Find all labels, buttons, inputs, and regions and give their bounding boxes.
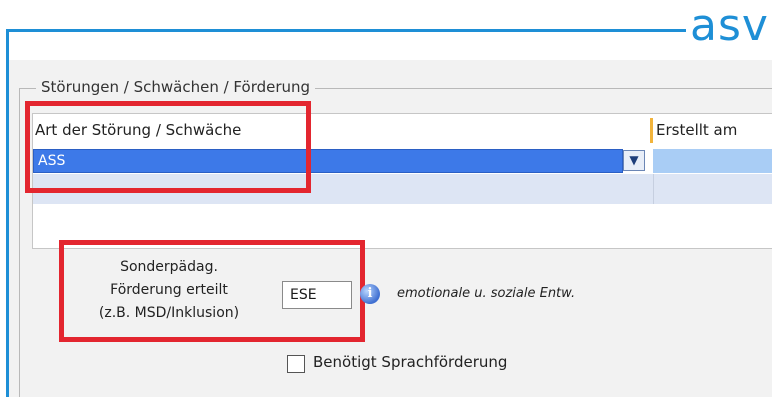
foerderung-label-line1: Sonderpädag. [120, 259, 218, 275]
highlight-box-table-header [25, 101, 311, 193]
foerderung-input[interactable]: ESE [282, 281, 352, 309]
window-frame-top [6, 29, 686, 32]
sprachfoerderung-checkbox[interactable] [287, 355, 305, 373]
cell-divider [653, 174, 654, 204]
info-icon: i [360, 284, 380, 304]
foerderung-label-line3: (z.B. MSD/Inklusion) [98, 305, 240, 321]
erstellt-am-cell[interactable] [653, 149, 772, 173]
sprachfoerderung-label[interactable]: Benötigt Sprachförderung [313, 353, 507, 371]
column-header-erstellt-am[interactable]: Erstellt am [656, 114, 737, 147]
chevron-down-icon[interactable]: ▼ [623, 150, 645, 171]
foerderung-description: emotionale u. soziale Entw. [397, 286, 576, 301]
column-separator[interactable] [650, 118, 653, 143]
group-border-left [19, 88, 20, 397]
asv-logo: asv [690, 0, 772, 58]
foerderung-label-line2: Förderung erteilt [110, 282, 228, 298]
foerderung-label: Sonderpädag. Förderung erteilt (z.B. MSD… [62, 256, 276, 325]
group-title: Störungen / Schwächen / Förderung [36, 78, 316, 96]
